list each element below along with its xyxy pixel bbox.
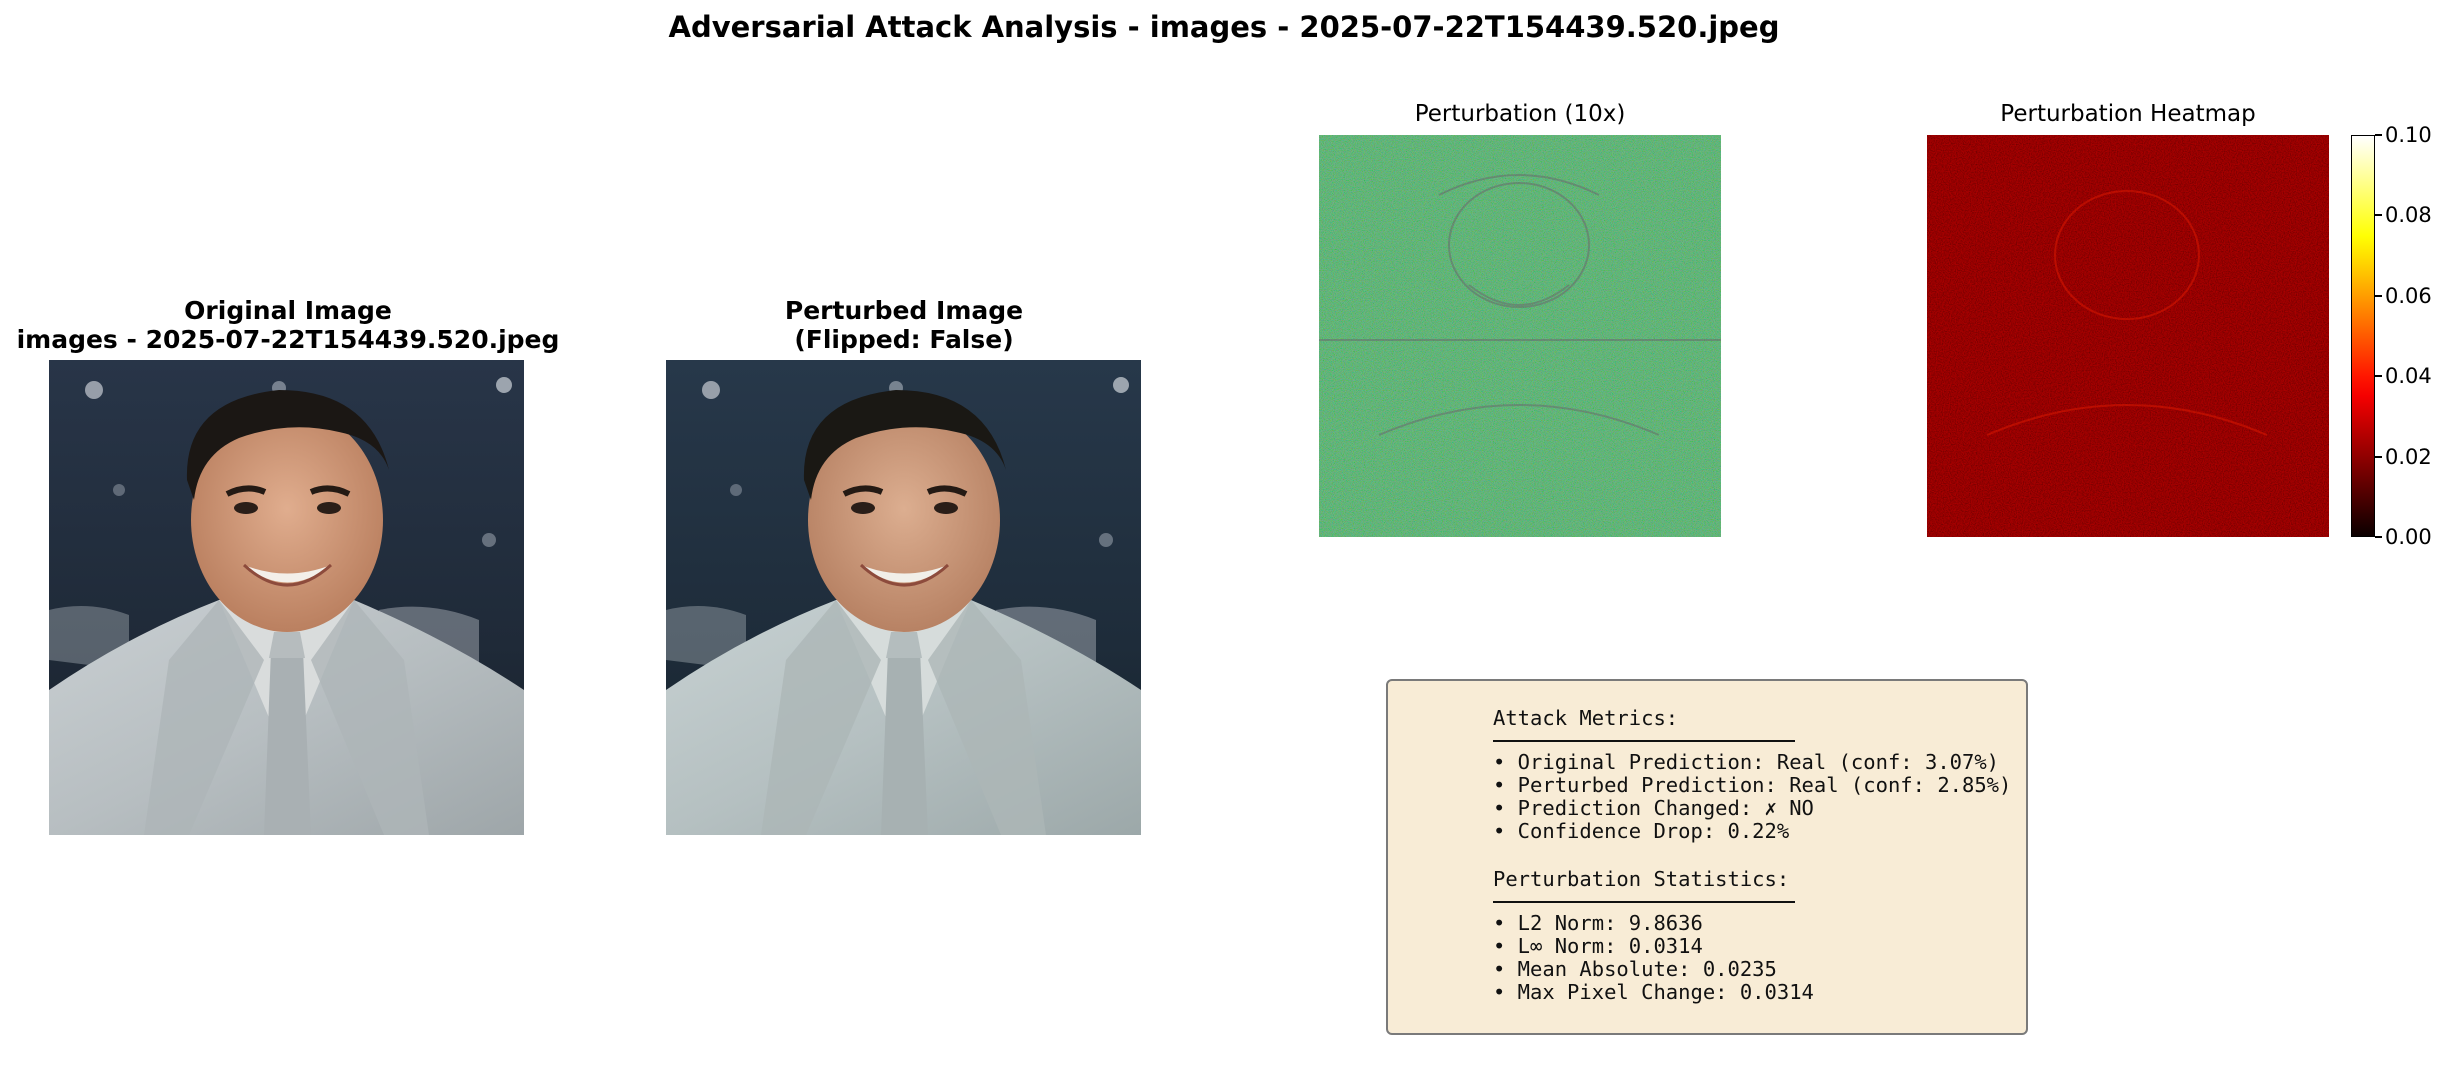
perturbation-stats-rule bbox=[1493, 901, 1795, 903]
colorbar-fill bbox=[2352, 136, 2374, 536]
colorbar-tick-mark-4 bbox=[2375, 214, 2382, 217]
heatmap-title: Perturbation Heatmap bbox=[2000, 101, 2256, 127]
perturbation-stat-item-1: • L∞ Norm: 0.0314 bbox=[1493, 934, 1703, 958]
perturbation-stats-header: Perturbation Statistics: bbox=[1493, 867, 1790, 891]
colorbar-tick-label-5: 0.10 bbox=[2385, 123, 2432, 147]
colorbar bbox=[2351, 135, 2375, 537]
attack-metric-item-3: • Confidence Drop: 0.22% bbox=[1493, 819, 1790, 843]
perturbed-portrait-illustration bbox=[666, 360, 1141, 835]
heatmap-plot bbox=[1927, 135, 2329, 537]
perturbed-title-line1: Perturbed Image bbox=[784, 296, 1024, 325]
portrait-illustration bbox=[49, 360, 524, 835]
perturbed-title-line2: (Flipped: False) bbox=[794, 325, 1014, 354]
perturbation-stat-item-2: • Mean Absolute: 0.0235 bbox=[1493, 957, 1777, 981]
colorbar-tick-mark-2 bbox=[2375, 375, 2382, 378]
original-image-title: Original Image images - 2025-07-22T15443… bbox=[0, 296, 576, 354]
colorbar-tick-label-2: 0.04 bbox=[2385, 364, 2432, 389]
perturbation-title: Perturbation (10x) bbox=[1414, 101, 1626, 127]
colorbar-tick-label-1: 0.02 bbox=[2385, 444, 2432, 469]
original-title-line2: images - 2025-07-22T154439.520.jpeg bbox=[16, 325, 560, 354]
perturbed-image bbox=[666, 360, 1141, 835]
colorbar-tick-mark-1 bbox=[2375, 455, 2382, 458]
attack-metric-item-1: • Perturbed Prediction: Real (conf: 2.85… bbox=[1493, 773, 2012, 797]
attack-metrics-list: • Original Prediction: Real (conf: 3.07%… bbox=[1493, 751, 2011, 843]
attack-metric-item-2: • Prediction Changed: ✗ NO bbox=[1493, 796, 1814, 820]
colorbar-tick-mark-3 bbox=[2375, 294, 2382, 297]
perturbation-stats-list: • L2 Norm: 9.8636 • L∞ Norm: 0.0314 • Mean… bbox=[1493, 912, 1814, 1004]
original-title-line1: Original Image bbox=[184, 296, 392, 325]
perturbed-image-title: Perturbed Image (Flipped: False) bbox=[618, 296, 1190, 354]
colorbar-tick-label-4: 0.08 bbox=[2385, 203, 2432, 228]
perturbation-image bbox=[1319, 135, 1721, 537]
colorbar-axis: 0.00 0.02 0.04 0.06 0.08 0.10 bbox=[2375, 124, 2448, 548]
colorbar-gradient bbox=[2352, 136, 2374, 536]
perturbation-stat-item-0: • L2 Norm: 9.8636 bbox=[1493, 911, 1703, 935]
attack-metrics-rule bbox=[1493, 740, 1795, 742]
original-image bbox=[49, 360, 524, 835]
heatmap-image bbox=[1927, 135, 2329, 537]
colorbar-tick-label-0: 0.00 bbox=[2385, 525, 2432, 549]
perturbation-noise-plot bbox=[1319, 135, 1721, 537]
attack-metric-item-0: • Original Prediction: Real (conf: 3.07%… bbox=[1493, 750, 2000, 774]
colorbar-tick-label-3: 0.06 bbox=[2385, 283, 2432, 308]
figure-title: Adversarial Attack Analysis - images - 2… bbox=[668, 10, 1780, 44]
colorbar-tick-mark-0 bbox=[2375, 536, 2382, 538]
perturbation-stat-item-3: • Max Pixel Change: 0.0314 bbox=[1493, 980, 1814, 1004]
colorbar-tick-mark-5 bbox=[2375, 134, 2382, 136]
attack-metrics-header: Attack Metrics: bbox=[1493, 706, 1679, 730]
